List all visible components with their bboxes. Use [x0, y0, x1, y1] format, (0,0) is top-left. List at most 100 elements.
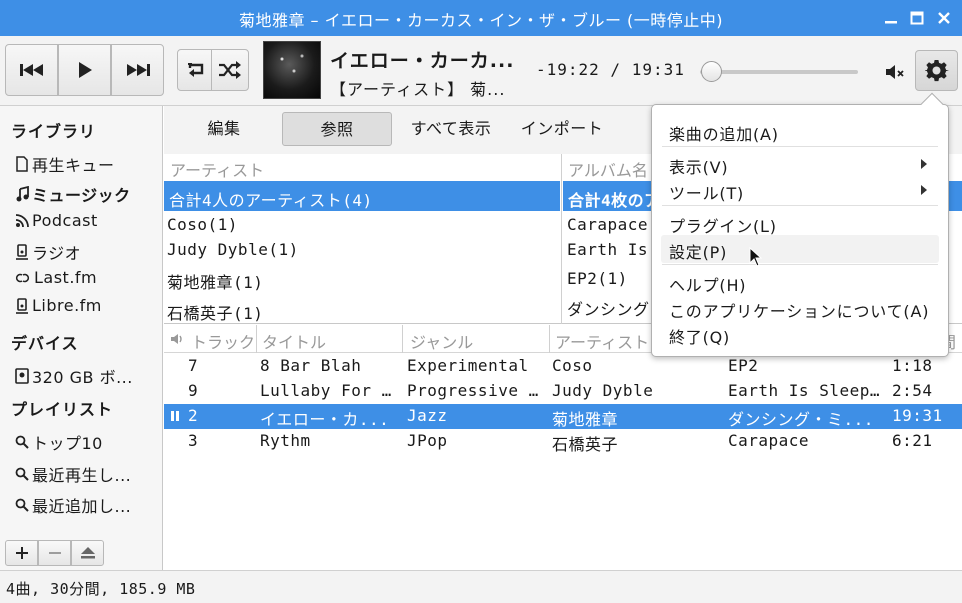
eject-icon: [80, 547, 95, 559]
minimize-button[interactable]: [879, 6, 903, 30]
close-button[interactable]: [932, 6, 956, 30]
status-bar: 4曲, 30分間, 185.9 MB: [0, 570, 962, 603]
artist-column-header[interactable]: アーティスト: [170, 157, 264, 181]
artist-item[interactable]: Coso(1): [167, 215, 238, 234]
next-button[interactable]: [111, 44, 164, 96]
track-row[interactable]: 9 Lullaby For … Progressive … Judy Dyble…: [164, 379, 962, 404]
seek-slider[interactable]: [700, 61, 858, 82]
minimize-icon: [885, 21, 897, 24]
volume-button[interactable]: [884, 62, 906, 82]
sidebar-item-podcast[interactable]: Podcast: [15, 211, 98, 230]
playlists-header: プレイリスト: [11, 400, 114, 419]
menu-item-view[interactable]: 表示(V): [669, 154, 728, 178]
repeat-icon: [188, 63, 204, 77]
tab-browse[interactable]: 参照: [282, 112, 392, 146]
album-item[interactable]: Earth Is: [567, 240, 648, 259]
column-track[interactable]: トラック: [191, 329, 255, 353]
tab-show-all[interactable]: すべて表示: [404, 112, 498, 146]
close-icon: [938, 12, 950, 24]
shuffle-button[interactable]: [211, 49, 249, 91]
sidebar-item-librefm[interactable]: Libre.fm: [15, 296, 102, 315]
album-item[interactable]: Carapace: [567, 215, 648, 234]
search-icon: [15, 498, 29, 512]
artist-item[interactable]: 石橋英子(1): [167, 300, 263, 324]
artist-item[interactable]: 菊地雅章(1): [167, 269, 263, 293]
sidebar-actions: [5, 540, 104, 566]
album-item[interactable]: EP2(1): [567, 269, 628, 288]
lastfm-icon: [15, 273, 30, 282]
now-playing-title: イエロー・カーカ...: [330, 50, 515, 72]
play-button[interactable]: [58, 44, 111, 96]
column-title[interactable]: タイトル: [262, 329, 326, 353]
album-art: [263, 41, 321, 99]
menu-item-quit[interactable]: 終了(Q): [669, 324, 730, 348]
menu-item-about[interactable]: このアプリケーションについて(A): [669, 298, 929, 322]
plus-icon: [15, 547, 28, 559]
maximize-button[interactable]: [905, 6, 929, 30]
sidebar-item-top10[interactable]: トップ10: [15, 430, 103, 454]
player-toolbar: イエロー・カーカ... 【アーティスト】 菊... -19:22 / 19:31: [0, 36, 962, 106]
maximize-icon: [910, 11, 924, 25]
window-title: 菊地雅章 – イエロー・カーカス・イン・ザ・ブルー (一時停止中): [238, 11, 724, 30]
search-icon: [15, 467, 29, 481]
app-menu-button[interactable]: [915, 50, 958, 91]
eject-button[interactable]: [71, 540, 104, 566]
menu-item-settings[interactable]: 設定(P): [669, 239, 727, 263]
minus-icon: [48, 552, 61, 554]
tab-edit[interactable]: 編集: [192, 112, 256, 146]
submenu-arrow-icon: [921, 159, 927, 169]
column-genre[interactable]: ジャンル: [410, 329, 473, 353]
sidebar-item-music[interactable]: ミュージック: [15, 182, 131, 206]
gear-icon: [924, 59, 949, 81]
remove-playlist-button[interactable]: [38, 540, 71, 566]
search-icon: [15, 435, 29, 449]
track-row-selected[interactable]: 2 イエロー・カ... Jazz 菊地雅章 ダンシング・ミ... 19:31: [164, 404, 962, 429]
album-column-header[interactable]: アルバム名: [568, 157, 648, 181]
library-header: ライブラリ: [11, 122, 97, 141]
artist-item[interactable]: Judy Dyble(1): [167, 240, 299, 259]
add-playlist-button[interactable]: [5, 540, 38, 566]
menu-item-help[interactable]: ヘルプ(H): [669, 272, 746, 296]
sidebar-item-recently-added[interactable]: 最近追加し...: [15, 493, 131, 517]
tab-import[interactable]: インポート: [516, 112, 608, 146]
play-icon: [78, 62, 92, 78]
menu-item-plugins[interactable]: プラグイン(L): [669, 213, 777, 237]
radio-icon: [16, 244, 28, 260]
menu-item-tools[interactable]: ツール(T): [669, 180, 744, 204]
playback-time: -19:22 / 19:31: [536, 60, 685, 79]
speaker-icon: [171, 334, 182, 344]
app-menu-popup: 楽曲の追加(A) 表示(V) ツール(T) プラグイン(L) 設定(P) ヘルプ…: [651, 92, 949, 357]
sidebar-item-queue[interactable]: 再生キュー: [15, 152, 115, 176]
now-playing-artist: 【アーティスト】 菊...: [330, 80, 506, 99]
sidebar-item-recently-played[interactable]: 最近再生し...: [15, 462, 131, 486]
previous-button[interactable]: [5, 44, 58, 96]
shuffle-icon: [219, 61, 241, 79]
skip-back-icon: [19, 64, 43, 76]
artist-item[interactable]: 合計4人のアーティスト(4): [169, 187, 373, 211]
document-icon: [16, 156, 28, 172]
hard-drive-icon: [15, 368, 29, 384]
repeat-button[interactable]: [177, 49, 215, 91]
skip-forward-icon: [126, 64, 150, 76]
sidebar-item-radio[interactable]: ラジオ: [15, 240, 81, 264]
radio-icon: [16, 297, 28, 314]
album-item[interactable]: 合計4枚のア: [568, 187, 661, 211]
sidebar-item-device[interactable]: 320 GB ボ...: [15, 364, 133, 388]
title-bar: 菊地雅章 – イエロー・カーカス・イン・ザ・ブルー (一時停止中): [0, 0, 962, 36]
seek-handle[interactable]: [700, 61, 722, 82]
album-item[interactable]: ダンシング: [567, 296, 650, 320]
track-list: トラック タイトル ジャンル アーティスト 間 7 8 Bar Blah Exp…: [164, 325, 962, 570]
status-text: 4曲, 30分間, 185.9 MB: [6, 580, 196, 598]
sidebar: ライブラリ 再生キュー ミュージック Podcast ラジオ Last.fm L…: [0, 106, 163, 570]
sidebar-item-lastfm[interactable]: Last.fm: [15, 268, 97, 287]
track-row[interactable]: 7 8 Bar Blah Experimental Coso EP2 1:18: [164, 354, 962, 379]
submenu-arrow-icon: [921, 185, 927, 195]
rss-icon: [15, 213, 29, 227]
pause-icon: [171, 411, 179, 421]
mouse-cursor-icon: [749, 247, 763, 267]
column-artist[interactable]: アーティスト: [555, 329, 649, 353]
menu-item-add-music[interactable]: 楽曲の追加(A): [669, 121, 779, 145]
music-note-icon: [16, 186, 29, 202]
track-row[interactable]: 3 Rythm JPop 石橋英子 Carapace 6:21: [164, 429, 962, 454]
volume-muted-icon: [886, 65, 904, 79]
